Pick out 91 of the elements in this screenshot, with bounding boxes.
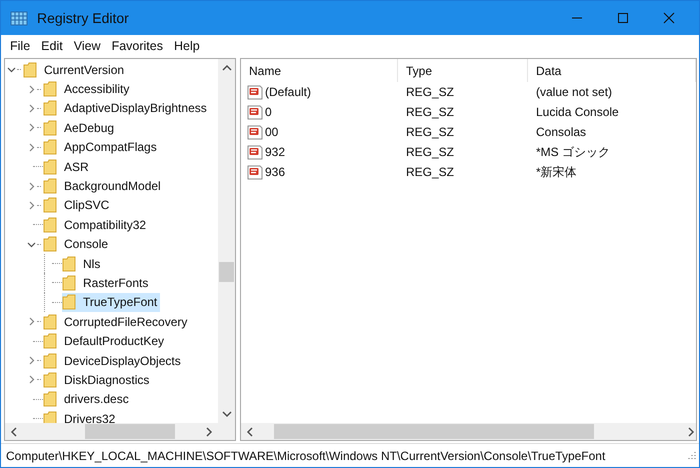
- folder-icon: [43, 158, 57, 175]
- tree-item[interactable]: DiskDiagnostics: [43, 370, 152, 390]
- value-data: *新宋体: [536, 164, 577, 180]
- string-value-icon: [247, 84, 263, 100]
- tree-item[interactable]: Nls: [62, 254, 104, 274]
- expanded-chevron-icon[interactable]: [7, 65, 16, 74]
- string-value-icon: [247, 164, 263, 180]
- tree-item[interactable]: CurrentVersion: [23, 60, 128, 80]
- scroll-left-icon[interactable]: [245, 426, 255, 436]
- tree-item[interactable]: TrueTypeFont: [62, 292, 160, 312]
- collapsed-chevron-icon[interactable]: [27, 375, 36, 384]
- value-name: (Default): [265, 85, 312, 99]
- collapsed-chevron-icon[interactable]: [27, 200, 36, 210]
- value-data: Lucida Console: [536, 105, 619, 119]
- tree-item[interactable]: DefaultProductKey: [43, 331, 168, 351]
- tree-item[interactable]: drivers.desc: [43, 390, 132, 410]
- value-type: REG_SZ: [406, 85, 454, 99]
- collapsed-chevron-icon[interactable]: [27, 182, 36, 191]
- menu-item[interactable]: View: [68, 38, 107, 52]
- menu-item[interactable]: File: [5, 38, 36, 52]
- value-name: 00: [265, 125, 278, 139]
- string-value-icon: [247, 124, 263, 140]
- window-title: Registry Editor: [37, 10, 129, 26]
- folder-icon: [43, 216, 57, 233]
- scrollbar-thumb[interactable]: [274, 424, 594, 439]
- column-header[interactable]: Data: [528, 59, 696, 82]
- folder-icon: [43, 314, 57, 330]
- collapsed-chevron-icon[interactable]: [27, 356, 36, 366]
- value-data: (value not set): [536, 85, 612, 99]
- resize-grip-icon[interactable]: [686, 450, 696, 460]
- folder-icon: [62, 294, 76, 310]
- scrollbar-thumb[interactable]: [219, 262, 234, 282]
- tree-item[interactable]: ClipSVC: [43, 196, 112, 216]
- scroll-right-icon[interactable]: [204, 426, 214, 436]
- expanded-chevron-icon[interactable]: [27, 240, 36, 249]
- tree-item[interactable]: RasterFonts: [62, 273, 152, 293]
- column-header[interactable]: Name: [241, 59, 398, 82]
- menu-item[interactable]: Favorites: [106, 38, 169, 52]
- tree-item[interactable]: AppCompatFlags: [43, 138, 160, 157]
- folder-icon: [43, 100, 57, 116]
- scrollbar-thumb[interactable]: [85, 424, 175, 439]
- value-name: 932: [265, 145, 286, 159]
- tree-item[interactable]: BackgroundModel: [43, 176, 164, 196]
- tree-item[interactable]: Drivers32: [43, 409, 118, 423]
- value-name: 0: [265, 105, 272, 119]
- folder-icon: [43, 120, 57, 136]
- folder-icon: [43, 333, 57, 350]
- maximize-icon[interactable]: [617, 12, 629, 24]
- value-type: REG_SZ: [406, 125, 454, 139]
- status-path: Computer\HKEY_LOCAL_MACHINE\SOFTWARE\Microsoft\Windows NT\CurrentVersion\Console\TrueTypeFont: [6, 448, 606, 462]
- value-data: *MS ゴシック: [536, 144, 610, 160]
- folder-icon: [62, 274, 76, 291]
- tree-item[interactable]: Compatibility32: [43, 215, 150, 235]
- folder-icon: [43, 236, 57, 252]
- tree-item[interactable]: AdaptiveDisplayBrightness: [43, 98, 210, 118]
- folder-icon: [43, 197, 57, 214]
- folder-icon: [23, 62, 37, 78]
- folder-icon: [43, 391, 57, 408]
- column-header[interactable]: Type: [398, 59, 528, 82]
- tree-item[interactable]: CorruptedFileRecovery: [43, 312, 190, 332]
- value-data: Consolas: [536, 125, 586, 139]
- value-name: 936: [265, 165, 286, 179]
- folder-icon: [43, 352, 57, 369]
- scroll-left-icon[interactable]: [9, 426, 19, 436]
- folder-icon: [62, 256, 76, 272]
- string-value-icon: [247, 144, 263, 160]
- folder-icon: [43, 178, 57, 194]
- close-icon[interactable]: [663, 12, 675, 24]
- folder-icon: [43, 81, 57, 98]
- menu-item[interactable]: Help: [168, 38, 206, 52]
- value-type: REG_SZ: [406, 165, 454, 179]
- collapsed-chevron-icon[interactable]: [27, 84, 36, 94]
- folder-icon: [43, 139, 57, 156]
- value-type: REG_SZ: [406, 145, 454, 159]
- collapsed-chevron-icon[interactable]: [27, 317, 36, 326]
- tree-item[interactable]: AeDebug: [43, 118, 118, 138]
- menu-item[interactable]: Edit: [36, 38, 69, 52]
- scroll-right-icon[interactable]: [686, 426, 696, 436]
- collapsed-chevron-icon[interactable]: [27, 142, 36, 152]
- scroll-up-icon[interactable]: [222, 63, 232, 73]
- collapsed-chevron-icon[interactable]: [27, 123, 36, 132]
- string-value-icon: [247, 104, 263, 120]
- folder-icon: [43, 372, 57, 388]
- tree-item[interactable]: ASR: [43, 156, 92, 176]
- tree-item[interactable]: DeviceDisplayObjects: [43, 350, 184, 370]
- collapsed-chevron-icon[interactable]: [27, 104, 36, 113]
- tree-item[interactable]: Console: [43, 234, 112, 254]
- scroll-down-icon[interactable]: [222, 409, 232, 419]
- registry-icon: [10, 9, 28, 27]
- tree-item[interactable]: Accessibility: [43, 79, 132, 99]
- value-type: REG_SZ: [406, 105, 454, 119]
